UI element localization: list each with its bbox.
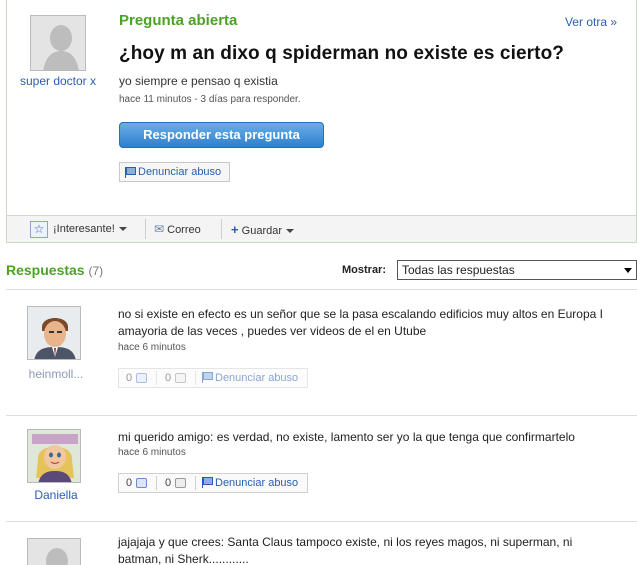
report-abuse-button[interactable]: Denunciar abuso <box>119 162 231 182</box>
thumbs-down-button[interactable]: 0 <box>158 369 187 387</box>
author-avatar[interactable] <box>30 15 86 71</box>
report-abuse-label: Denunciar abuso <box>138 166 222 178</box>
email-label: Correo <box>167 224 201 236</box>
interesting-button[interactable]: ¡Interesante! <box>53 216 127 243</box>
answer-avatar[interactable] <box>27 538 81 565</box>
save-label: Guardar <box>241 225 283 237</box>
responses-count: (7) <box>88 264 104 278</box>
answer-report-button[interactable]: Denunciar abuso <box>199 474 298 492</box>
question-meta: hace 11 minutos - 3 días para responder. <box>119 94 301 105</box>
answer-report-button[interactable]: Denunciar abuso <box>199 369 298 387</box>
question-toolbar: ☆ ¡Interesante! ✉ Correo + Guardar <box>7 215 636 242</box>
answer-meta: hace 6 minutos <box>118 447 186 458</box>
sort-label: Mostrar: <box>342 264 387 276</box>
actions-divider <box>156 476 157 490</box>
woman-avatar-icon <box>28 430 80 482</box>
thumbs-up-icon <box>136 478 148 489</box>
thumbs-up-button[interactable]: 0 <box>119 474 148 492</box>
actions-divider <box>156 371 157 385</box>
answer-text: mi querido amigo: es verdad, no existe, … <box>118 430 575 444</box>
view-another-link[interactable]: Ver otra » <box>565 15 617 29</box>
answer-meta: hace 6 minutos <box>118 342 186 353</box>
thumbs-down-count: 0 <box>165 477 172 489</box>
default-avatar-icon <box>31 16 85 70</box>
question-author-link[interactable]: super doctor x <box>19 74 97 89</box>
answer-item: heinmoll... no si existe en efecto es un… <box>6 290 637 405</box>
question-title: ¿hoy m an dixo q spiderman no existe es … <box>119 43 564 64</box>
answer-avatar[interactable] <box>27 306 81 360</box>
answer-author-link[interactable]: heinmoll... <box>16 367 96 381</box>
interesting-label: ¡Interesante! <box>53 223 115 235</box>
answer-item: Daniella mi querido amigo: es verdad, no… <box>6 416 637 516</box>
thumbs-up-count: 0 <box>126 372 133 384</box>
answer-text: no si existe en efecto es un señor que s… <box>118 307 603 338</box>
thumbs-up-icon <box>136 373 148 384</box>
actions-divider <box>195 476 196 490</box>
plus-icon: + <box>231 222 239 237</box>
answer-item: jajajaja y que crees: Santa Claus tampoc… <box>6 522 637 565</box>
star-icon[interactable]: ☆ <box>30 221 48 238</box>
thumbs-up-count: 0 <box>126 477 133 489</box>
answer-author-link[interactable]: Daniella <box>16 488 96 502</box>
toolbar-divider <box>145 219 146 239</box>
default-avatar-icon <box>28 539 80 565</box>
thumbs-down-icon <box>175 373 187 384</box>
flag-icon <box>202 372 213 383</box>
thumbs-up-button[interactable]: 0 <box>119 369 148 387</box>
thumbs-down-count: 0 <box>165 372 172 384</box>
answer-question-button[interactable]: Responder esta pregunta <box>119 122 324 148</box>
answer-text: jajajaja y que crees: Santa Claus tampoc… <box>118 535 573 565</box>
chevron-down-icon <box>286 229 295 234</box>
envelope-icon: ✉ <box>154 222 165 236</box>
save-button[interactable]: + Guardar <box>231 216 295 243</box>
chevron-down-icon <box>118 227 127 232</box>
sort-select[interactable]: Todas las respuestas <box>397 260 637 280</box>
flag-icon <box>125 167 136 178</box>
email-button[interactable]: ✉ Correo <box>154 216 201 243</box>
answer-avatar[interactable] <box>27 429 81 483</box>
question-status: Pregunta abierta <box>119 12 238 29</box>
sort-selected-value: Todas las respuestas <box>402 263 515 277</box>
responses-title: Respuestas <box>6 262 85 278</box>
thumbs-down-button[interactable]: 0 <box>158 474 187 492</box>
answer-actions: 0 0 Denunciar abuso <box>118 368 308 388</box>
answer-actions: 0 0 Denunciar abuso <box>118 473 308 493</box>
answer-report-label: Denunciar abuso <box>215 372 299 384</box>
question-panel: super doctor x Pregunta abierta Ver otra… <box>6 0 637 243</box>
man-avatar-icon <box>28 307 80 359</box>
thumbs-down-icon <box>175 478 187 489</box>
dropdown-arrow-icon <box>624 268 632 273</box>
responses-heading: Respuestas (7) <box>6 262 103 278</box>
actions-divider <box>195 371 196 385</box>
answer-report-label: Denunciar abuso <box>215 477 299 489</box>
toolbar-divider <box>221 219 222 239</box>
flag-icon <box>202 477 213 488</box>
question-detail: yo siempre e pensao q existia <box>119 74 278 88</box>
